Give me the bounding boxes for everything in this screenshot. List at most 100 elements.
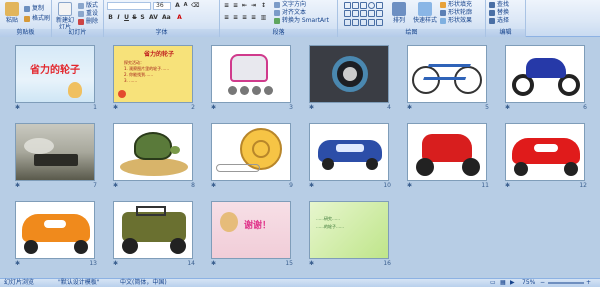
shape-effects-button[interactable]: 形状效果: [440, 17, 472, 25]
theme-status[interactable]: "默认设计模板": [58, 279, 100, 287]
numbering-button[interactable]: ≡: [232, 2, 239, 9]
shape-bend-icon[interactable]: [344, 18, 351, 26]
align-left-button[interactable]: ≡: [223, 14, 230, 21]
layout-button[interactable]: 版式: [78, 2, 98, 10]
align-center-button[interactable]: ≡: [232, 14, 239, 21]
slide-thumbnail-5[interactable]: ✱ 5: [407, 39, 489, 111]
shadow-button[interactable]: S: [139, 14, 146, 21]
text-direction-button[interactable]: 文字方向: [274, 1, 306, 9]
shape-fill-button[interactable]: 形状填充: [440, 1, 472, 9]
slide-preview: 谢谢！: [211, 201, 291, 259]
shape-line-icon[interactable]: [344, 2, 351, 9]
view-sorter-button[interactable]: ▦: [500, 279, 506, 287]
language-status[interactable]: 中文(简体，中国): [120, 279, 167, 287]
new-slide-button[interactable]: 新建幻灯片: [54, 2, 76, 31]
line-spacing-button[interactable]: ↕: [260, 2, 267, 9]
slide-thumbnail-2[interactable]: 省力的轮子 探究活动： 1. 观察图片里的轮子…… 2. 你能找到…… 3. ……: [113, 39, 195, 111]
reset-button[interactable]: 重设: [78, 10, 98, 18]
arrange-button[interactable]: 排列: [388, 2, 410, 24]
font-color-button[interactable]: A: [176, 14, 183, 21]
slide-thumbnail-15[interactable]: 谢谢！ ✱ 15: [211, 195, 293, 267]
font-size-combo[interactable]: 36: [153, 2, 171, 10]
slide-thumbnail-1[interactable]: 省力的轮子 ✱ 1: [15, 39, 97, 111]
shape-arrow-icon[interactable]: [352, 2, 359, 9]
slide-thumbnail-9[interactable]: ✱ 9: [211, 117, 293, 189]
view-normal-button[interactable]: ▭: [490, 279, 496, 287]
group-label-clipboard: 剪贴板: [0, 29, 51, 37]
slide-thumbnail-16[interactable]: ……研究…… ……的轮子…… ✱ 16: [309, 195, 391, 267]
replace-button[interactable]: 替换: [489, 9, 509, 17]
slide-thumbnail-3[interactable]: ✱ 3: [211, 39, 293, 111]
format-painter-button[interactable]: 格式刷: [24, 15, 50, 23]
clear-format-button[interactable]: ⌫: [191, 2, 199, 9]
change-case-button[interactable]: Aa: [162, 14, 171, 21]
wheel-icon: [462, 158, 480, 176]
slide-thumbnail-6[interactable]: ✱ 6: [505, 39, 587, 111]
shape-curve-icon[interactable]: [352, 18, 359, 26]
shape-oval-icon[interactable]: [368, 2, 375, 9]
decrease-indent-button[interactable]: ⇤: [241, 2, 248, 9]
smartart-button[interactable]: 转换为 SmartArt: [274, 17, 329, 25]
wheel-icon: [24, 240, 38, 254]
shape-brace-icon[interactable]: [368, 10, 375, 18]
justify-button[interactable]: ≡: [250, 14, 257, 21]
slide-preview: [15, 201, 95, 259]
status-bar: 幻灯片浏览 "默认设计模板" 中文(简体，中国) ▭ ▦ ▶ 75% − +: [0, 278, 600, 287]
group-label-paragraph: 段落: [220, 29, 337, 37]
quick-styles-button[interactable]: 快速样式: [412, 2, 438, 24]
slide-thumbnail-7[interactable]: ✱ 7: [15, 117, 97, 189]
bullets-button[interactable]: ≡: [223, 2, 230, 9]
turtle-head: [170, 146, 180, 154]
shape-callout-icon[interactable]: [360, 10, 367, 18]
zoom-level[interactable]: 75%: [522, 279, 535, 287]
slide-thumbnail-4[interactable]: ✱ 4: [309, 39, 391, 111]
slide-thumbnail-14[interactable]: ✱ 14: [113, 195, 195, 267]
strikethrough-button[interactable]: S: [131, 14, 138, 21]
animation-icon: ✱: [113, 260, 119, 267]
view-slideshow-button[interactable]: ▶: [510, 279, 515, 287]
zoom-in-button[interactable]: +: [586, 279, 591, 287]
shape-expand-icon[interactable]: [376, 18, 383, 26]
slide-thumbnail-11[interactable]: ✱ 11: [407, 117, 489, 189]
shrink-font-button[interactable]: A: [182, 2, 189, 9]
select-button[interactable]: 选择: [489, 17, 509, 25]
wheel-icon: [170, 238, 186, 254]
wheel-icon: [366, 158, 378, 170]
align-text-icon: [274, 9, 280, 16]
slide-thumbnail-12[interactable]: ✱ 12: [505, 117, 587, 189]
wheel-icon: [240, 86, 249, 95]
slide-thumbnail-8[interactable]: ✱ 8: [113, 117, 195, 189]
italic-button[interactable]: I: [115, 14, 122, 21]
shape-heart-icon[interactable]: [368, 18, 375, 26]
slide-title: 谢谢！: [244, 221, 272, 231]
grow-font-button[interactable]: A: [174, 2, 181, 9]
binoculars-icon: [489, 1, 495, 8]
delete-button[interactable]: 删除: [78, 18, 98, 26]
columns-button[interactable]: ▥: [260, 14, 267, 21]
find-button[interactable]: 查找: [489, 1, 509, 9]
font-name-combo[interactable]: [107, 2, 151, 10]
shape-outline-button[interactable]: 形状轮廓: [440, 9, 472, 17]
shape-star-icon[interactable]: [352, 10, 359, 18]
shape-rounded-icon[interactable]: [344, 10, 351, 18]
shape-triangle-icon[interactable]: [376, 2, 383, 9]
shapes-gallery[interactable]: [344, 2, 384, 26]
animation-icon: ✱: [15, 260, 21, 267]
increase-indent-button[interactable]: ⇥: [250, 2, 257, 9]
slide-thumbnail-10[interactable]: ✱ 10: [309, 117, 391, 189]
snail-spiral: [252, 140, 270, 158]
align-text-button[interactable]: 对齐文本: [274, 9, 306, 17]
bold-button[interactable]: B: [107, 14, 114, 21]
shape-rect-icon[interactable]: [360, 2, 367, 9]
copy-button[interactable]: 复制: [24, 5, 44, 13]
align-right-button[interactable]: ≡: [241, 14, 248, 21]
shape-more-icon[interactable]: [376, 10, 383, 18]
shape-cube-icon[interactable]: [360, 18, 367, 26]
spacing-button[interactable]: AV: [149, 14, 158, 21]
slide-thumbnail-13[interactable]: ✱ 13: [15, 195, 97, 267]
animation-icon: ✱: [15, 182, 21, 189]
underline-button[interactable]: U: [123, 14, 130, 21]
zoom-out-button[interactable]: −: [540, 279, 545, 287]
zoom-slider[interactable]: [548, 282, 584, 284]
paste-button[interactable]: 粘贴: [2, 2, 22, 24]
